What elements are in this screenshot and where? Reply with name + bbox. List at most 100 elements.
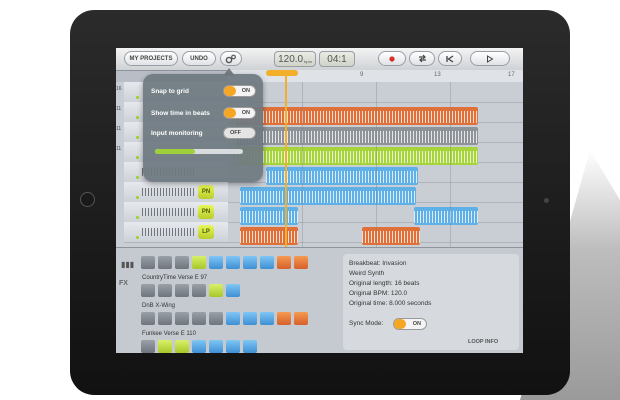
loop-icon (418, 54, 426, 63)
loop-button[interactable] (158, 340, 172, 353)
input-level-bar[interactable] (155, 149, 243, 154)
loop-button[interactable] (141, 284, 155, 297)
loop-button[interactable] (141, 340, 155, 353)
info-loop-name: Weird Synth (349, 270, 385, 277)
audio-clip[interactable] (240, 227, 298, 245)
loop-button[interactable] (243, 256, 257, 269)
position-value: 04:1 (327, 53, 347, 65)
playhead-handle[interactable] (266, 70, 298, 76)
track-header[interactable]: PN (124, 202, 228, 223)
track-status-dot (136, 156, 139, 159)
loop-button[interactable] (209, 284, 223, 297)
loop-button[interactable] (260, 256, 274, 269)
volume-meter[interactable] (142, 188, 194, 196)
settings-button[interactable] (220, 51, 242, 66)
loop-button[interactable] (175, 256, 189, 269)
beats-state: ON (241, 110, 250, 116)
beats-label: Show time in beats (151, 110, 210, 117)
loop-button[interactable] (141, 312, 155, 325)
audio-clip[interactable] (362, 227, 420, 245)
loop-button-row (141, 284, 240, 297)
info-time: Original time: 8.000 seconds (349, 300, 432, 307)
loop-button[interactable] (209, 256, 223, 269)
track-header[interactable]: PN (124, 182, 228, 203)
loop-button[interactable] (226, 340, 240, 353)
sync-mode-label: Sync Mode: (349, 320, 384, 327)
ruler-tick: 13 (434, 72, 441, 78)
loop-button[interactable] (294, 312, 308, 325)
audio-clip[interactable] (414, 207, 478, 225)
grid-line (302, 82, 303, 247)
audio-clip[interactable] (236, 107, 478, 125)
input-level-fill (155, 149, 195, 154)
loop-button[interactable] (226, 312, 240, 325)
sync-mode-toggle[interactable]: ON (393, 318, 427, 330)
loop-button[interactable] (243, 312, 257, 325)
loop-button[interactable] (158, 284, 172, 297)
app-screen: MY PROJECTS UNDO 120.0 bpm 04:1 9 13 17 … (116, 48, 523, 353)
tempo-unit: bpm (304, 58, 312, 64)
loop-button[interactable] (175, 284, 189, 297)
track-status-dot (136, 136, 139, 139)
audio-clip[interactable] (236, 147, 478, 165)
loop-name: Funkee Verse E 110 (142, 331, 196, 337)
loop-button[interactable] (192, 340, 206, 353)
ruler-tick: 17 (508, 72, 515, 78)
record-button[interactable] (378, 51, 406, 66)
play-button[interactable] (470, 51, 510, 66)
loop-name: CountryTime Verse E 97 (142, 275, 208, 281)
snap-toggle[interactable]: ON (223, 85, 256, 97)
track-number: 11 (116, 126, 122, 132)
ruler-tick: 9 (360, 72, 364, 78)
record-icon (389, 55, 395, 62)
my-projects-button[interactable]: MY PROJECTS (124, 51, 178, 66)
loop-button[interactable] (294, 256, 308, 269)
beats-toggle[interactable]: ON (223, 107, 256, 119)
loop-button[interactable] (209, 312, 223, 325)
track-status-dot (136, 116, 139, 119)
loop-button[interactable] (226, 284, 240, 297)
pan-fx-button[interactable]: PN (198, 185, 214, 199)
audio-clip[interactable] (236, 127, 478, 145)
info-length: Original length: 16 beats (349, 280, 420, 287)
position-display[interactable]: 04:1 (319, 51, 355, 67)
undo-button[interactable]: UNDO (182, 51, 216, 66)
loop-button[interactable] (192, 284, 206, 297)
tempo-display[interactable]: 120.0 bpm (274, 51, 316, 67)
toggle-knob (224, 86, 236, 96)
loop-browser-panel: ▮▮▮ FX CountryTime Verse E 97 DnB X-Wing (116, 247, 523, 353)
monitoring-label: Input monitoring (151, 130, 203, 137)
loop-button[interactable] (158, 312, 172, 325)
loop-button[interactable] (175, 312, 189, 325)
audio-clip[interactable] (240, 187, 416, 205)
playhead[interactable] (285, 70, 287, 247)
loop-button[interactable] (192, 256, 206, 269)
volume-meter[interactable] (142, 208, 194, 216)
lowpass-fx-button[interactable]: LP (198, 225, 214, 239)
audio-clip[interactable] (240, 207, 298, 225)
loop-button-row (141, 256, 308, 269)
loop-button[interactable] (277, 312, 291, 325)
loop-button[interactable] (175, 340, 189, 353)
loop-button[interactable] (409, 51, 435, 66)
loop-button[interactable] (158, 256, 172, 269)
loop-button[interactable] (226, 256, 240, 269)
loop-button[interactable] (277, 256, 291, 269)
loop-button[interactable] (243, 340, 257, 353)
monitoring-toggle[interactable]: OFF (223, 127, 256, 139)
pan-fx-button[interactable]: PN (198, 205, 214, 219)
loop-button[interactable] (192, 312, 206, 325)
track-header[interactable]: LP (124, 222, 228, 243)
loop-button-row (141, 312, 308, 325)
loop-info-tab[interactable]: LOOP INFO (468, 339, 498, 345)
loop-button[interactable] (260, 312, 274, 325)
fx-tab[interactable]: FX (119, 280, 139, 287)
loop-button[interactable] (141, 256, 155, 269)
camera-icon (544, 198, 549, 203)
home-button[interactable] (80, 192, 95, 207)
track-status-dot (136, 96, 139, 99)
rewind-button[interactable] (438, 51, 462, 66)
audio-clip[interactable] (266, 167, 418, 185)
volume-meter[interactable] (142, 228, 194, 236)
loop-button[interactable] (209, 340, 223, 353)
